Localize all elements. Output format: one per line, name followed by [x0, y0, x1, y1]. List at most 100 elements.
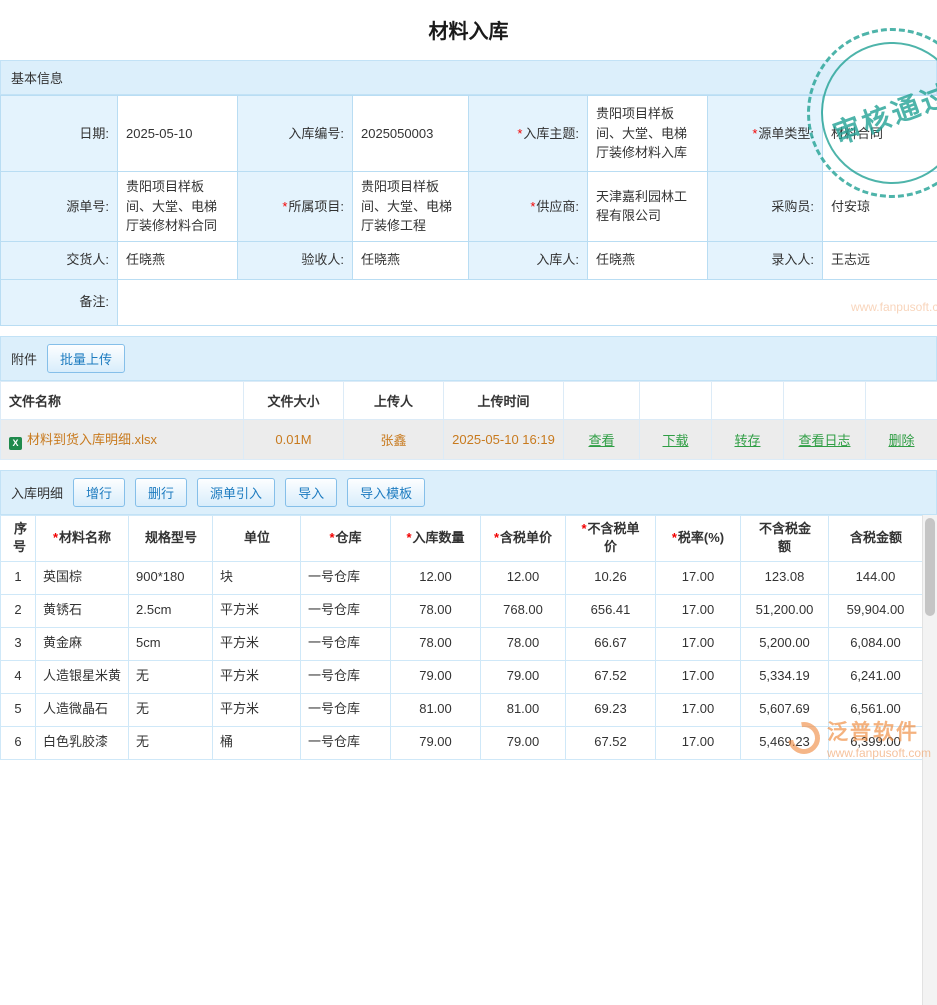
- detail-table: 序号 *材料名称 规格型号 单位 *仓库 *入库数量 *含税单价 *不含税单价 …: [0, 515, 923, 760]
- required-mark: *: [752, 126, 757, 141]
- cell-material-name: 黄金麻: [36, 627, 129, 660]
- table-row: 3 黄金麻 5cm 平方米 一号仓库 78.00 78.00 66.67 17.…: [1, 627, 923, 660]
- table-row: 日期: 2025-05-10 入库编号: 2025050003 *入库主题: 贵…: [1, 96, 937, 172]
- col-file-size: 文件大小: [244, 381, 344, 419]
- field-buyer-label: 采购员:: [708, 172, 823, 242]
- field-supplier-label: *供应商:: [469, 172, 588, 242]
- cell-price-without-tax: 67.52: [566, 726, 656, 759]
- cell-price-with-tax: 768.00: [481, 594, 566, 627]
- cell-amount-with-tax: 59,904.00: [829, 594, 923, 627]
- import-template-button[interactable]: 导入模板: [347, 478, 425, 507]
- cell-price-with-tax: 78.00: [481, 627, 566, 660]
- col-action: [712, 381, 784, 419]
- page-title: 材料入库: [0, 0, 937, 60]
- cell-material-name: 人造微晶石: [36, 693, 129, 726]
- col-upload-time: 上传时间: [444, 381, 564, 419]
- attachment-action-cell: 查看日志: [784, 419, 866, 459]
- attachment-time: 2025-05-10 16:19: [444, 419, 564, 459]
- field-supplier-value: 天津嘉利园林工程有限公司: [588, 172, 708, 242]
- add-row-button[interactable]: 增行: [73, 478, 125, 507]
- cell-price-without-tax: 10.26: [566, 561, 656, 594]
- cell-price-with-tax: 79.00: [481, 660, 566, 693]
- field-stocker-value: 任晓燕: [588, 241, 708, 279]
- field-source-no-value: 贵阳项目样板间、大堂、电梯厅装修材料合同: [118, 172, 238, 242]
- batch-upload-button[interactable]: 批量上传: [47, 344, 125, 373]
- cell-warehouse: 一号仓库: [301, 660, 391, 693]
- import-button[interactable]: 导入: [285, 478, 337, 507]
- attachment-file-link[interactable]: 材料到货入库明细.xlsx: [27, 432, 157, 447]
- field-deliverer-label: 交货人:: [1, 241, 118, 279]
- col-price-without-tax: *不含税单价: [566, 515, 656, 561]
- cell-warehouse: 一号仓库: [301, 693, 391, 726]
- table-row: 2 黄锈石 2.5cm 平方米 一号仓库 78.00 768.00 656.41…: [1, 594, 923, 627]
- cell-material-name: 人造银星米黄: [36, 660, 129, 693]
- field-source-no-label: 源单号:: [1, 172, 118, 242]
- view-log-link[interactable]: 查看日志: [798, 433, 850, 448]
- col-seq: 序号: [1, 515, 36, 561]
- material-inbound-page: 材料入库 审核通过 基本信息 日期: 2025-05-10 入库编号: 2025…: [0, 0, 937, 760]
- section-detail-title: 入库明细: [11, 483, 63, 502]
- col-tax-rate: *税率(%): [656, 515, 741, 561]
- col-action: [784, 381, 866, 419]
- delete-link[interactable]: 删除: [888, 433, 914, 448]
- attachments-table: 文件名称 文件大小 上传人 上传时间 材料到货入库明细.xlsx 0.01M 张…: [0, 381, 937, 460]
- cell-spec: 5cm: [129, 627, 213, 660]
- cell-amount-without-tax: 51,200.00: [741, 594, 829, 627]
- transfer-link[interactable]: 转存: [734, 433, 760, 448]
- attachment-action-cell: 查看: [564, 419, 640, 459]
- view-link[interactable]: 查看: [588, 433, 614, 448]
- cell-tax-rate: 17.00: [656, 627, 741, 660]
- field-subject-value: 贵阳项目样板间、大堂、电梯厅装修材料入库: [588, 96, 708, 172]
- field-inbound-no-value: 2025050003: [353, 96, 469, 172]
- section-basic-info-bar: 基本信息: [0, 60, 937, 95]
- attachment-size: 0.01M: [244, 419, 344, 459]
- col-spec: 规格型号: [129, 515, 213, 561]
- cell-price-without-tax: 67.52: [566, 660, 656, 693]
- cell-amount-with-tax: 6,241.00: [829, 660, 923, 693]
- scrollbar-thumb[interactable]: [925, 518, 935, 616]
- table-header-row: 文件名称 文件大小 上传人 上传时间: [1, 381, 937, 419]
- cell-seq: 3: [1, 627, 36, 660]
- cell-price-with-tax: 81.00: [481, 693, 566, 726]
- cell-warehouse: 一号仓库: [301, 627, 391, 660]
- col-uploader: 上传人: [344, 381, 444, 419]
- table-row: 1 英国棕 900*180 块 一号仓库 12.00 12.00 10.26 1…: [1, 561, 923, 594]
- col-price-with-tax: *含税单价: [481, 515, 566, 561]
- cell-spec: 900*180: [129, 561, 213, 594]
- source-import-button[interactable]: 源单引入: [197, 478, 275, 507]
- attachment-name-cell: 材料到货入库明细.xlsx: [1, 419, 244, 459]
- cell-price-with-tax: 12.00: [481, 561, 566, 594]
- cell-amount-without-tax: 5,200.00: [741, 627, 829, 660]
- section-attachments-title: 附件: [11, 349, 37, 368]
- required-mark: *: [530, 199, 535, 214]
- col-unit: 单位: [213, 515, 301, 561]
- cell-unit: 平方米: [213, 627, 301, 660]
- download-link[interactable]: 下载: [662, 433, 688, 448]
- field-stocker-label: 入库人:: [469, 241, 588, 279]
- vertical-scrollbar[interactable]: [922, 515, 937, 1005]
- cell-quantity: 12.00: [391, 561, 481, 594]
- cell-amount-with-tax: 6,561.00: [829, 693, 923, 726]
- cell-amount-with-tax: 6,399.00: [829, 726, 923, 759]
- cell-material-name: 英国棕: [36, 561, 129, 594]
- table-row: 源单号: 贵阳项目样板间、大堂、电梯厅装修材料合同 *所属项目: 贵阳项目样板间…: [1, 172, 937, 242]
- cell-quantity: 79.00: [391, 726, 481, 759]
- cell-price-without-tax: 66.67: [566, 627, 656, 660]
- delete-row-button[interactable]: 删行: [135, 478, 187, 507]
- table-row: 5 人造微晶石 无 平方米 一号仓库 81.00 81.00 69.23 17.…: [1, 693, 923, 726]
- cell-tax-rate: 17.00: [656, 561, 741, 594]
- attachment-action-cell: 删除: [866, 419, 937, 459]
- cell-seq: 6: [1, 726, 36, 759]
- field-project-label: *所属项目:: [238, 172, 353, 242]
- cell-amount-without-tax: 5,469.23: [741, 726, 829, 759]
- cell-material-name: 白色乳胶漆: [36, 726, 129, 759]
- cell-spec: 2.5cm: [129, 594, 213, 627]
- cell-price-with-tax: 79.00: [481, 726, 566, 759]
- cell-amount-with-tax: 144.00: [829, 561, 923, 594]
- table-row: 4 人造银星米黄 无 平方米 一号仓库 79.00 79.00 67.52 17…: [1, 660, 923, 693]
- cell-warehouse: 一号仓库: [301, 726, 391, 759]
- cell-spec: 无: [129, 660, 213, 693]
- table-header-row: 序号 *材料名称 规格型号 单位 *仓库 *入库数量 *含税单价 *不含税单价 …: [1, 515, 923, 561]
- col-quantity: *入库数量: [391, 515, 481, 561]
- field-subject-label: *入库主题:: [469, 96, 588, 172]
